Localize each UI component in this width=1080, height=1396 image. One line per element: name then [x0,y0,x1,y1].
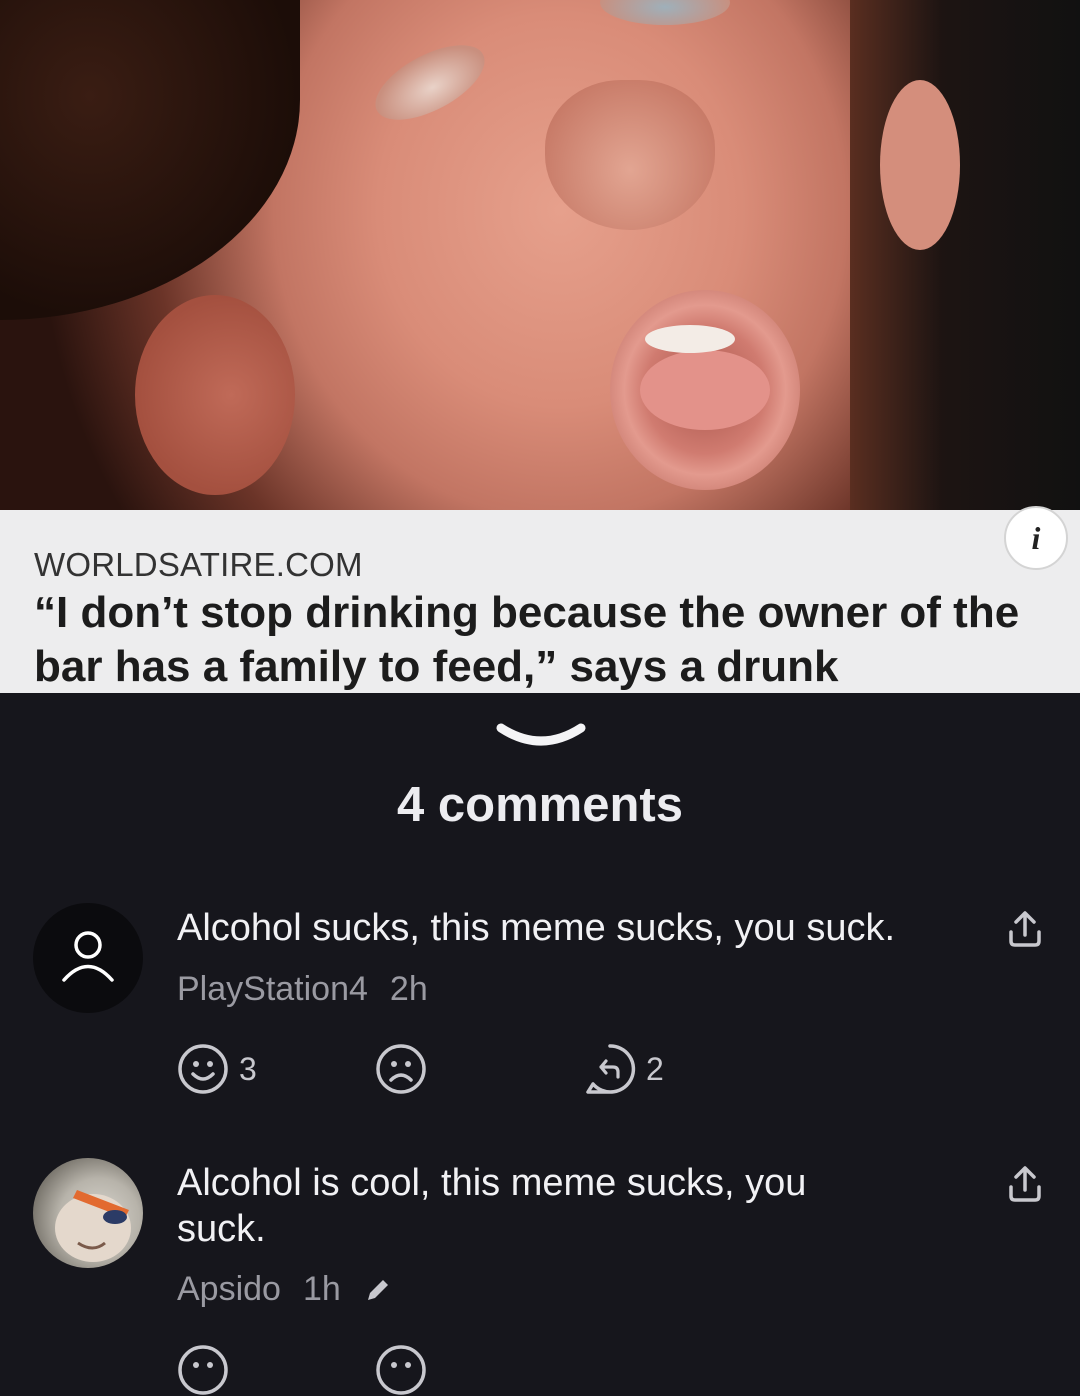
downvote-button[interactable] [375,1043,427,1095]
pencil-icon [367,1279,388,1300]
news-caption: WORLDSATIRE.COM “I don’t stop drinking b… [0,506,1080,693]
default-user-icon [62,931,114,982]
comment-text: Alcohol sucks, this meme sucks, you suck… [177,907,896,949]
comment-time: 1h [302,1270,341,1308]
headline: “I don’t stop drinking because the owner… [34,588,1020,691]
source-domain: WORLDSATIRE.COM [34,546,363,583]
reply-button[interactable]: 2 [584,1043,664,1095]
upvote-count: 3 [239,1050,257,1087]
frown-icon [376,1044,426,1094]
avatar[interactable] [33,903,143,1013]
comments-count: 4 comments [397,778,683,832]
upvote-button[interactable] [177,1344,229,1396]
comment-author[interactable]: PlayStation4 [177,970,368,1008]
comment-meta: Apsido 1h [177,1270,393,1309]
comment-author[interactable]: Apsido [177,1270,281,1309]
comment-text: Alcohol is cool, this meme sucks, you su… [177,1162,807,1250]
downvote-button[interactable] [375,1344,427,1396]
user-photo [55,1190,131,1262]
reply-count: 2 [646,1050,664,1087]
reply-icon [586,1044,636,1094]
chevron-down-icon[interactable] [495,720,587,757]
frown-icon [376,1345,426,1395]
upvote-button[interactable]: 3 [177,1043,257,1095]
smile-icon [178,1345,228,1395]
share-icon[interactable] [1004,908,1046,955]
info-icon[interactable]: i [1004,506,1068,570]
share-icon[interactable] [1004,1163,1046,1210]
avatar[interactable] [33,1158,143,1268]
post-image[interactable] [0,0,1080,510]
comment-time: 2h [389,970,428,1008]
smile-icon [178,1044,228,1094]
comment-meta: PlayStation4 2h [177,970,450,1009]
